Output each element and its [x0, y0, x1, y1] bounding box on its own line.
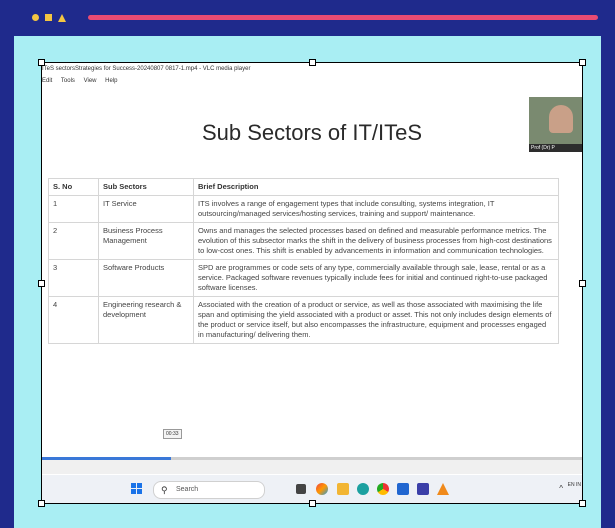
- table-row: 4 Engineering research & development Ass…: [48, 296, 559, 344]
- tray-chevron-icon[interactable]: ^: [559, 484, 563, 493]
- cell-no: 1: [48, 195, 99, 223]
- vlc-menu-bar: Edit Tools View Help: [42, 78, 125, 84]
- cell-no: 2: [48, 222, 99, 260]
- edge-browser-icon[interactable]: [357, 483, 369, 495]
- menu-edit[interactable]: Edit: [42, 78, 52, 84]
- resize-handle-bottom-right[interactable]: [579, 500, 586, 507]
- slide-title: Sub Sectors of IT/ITeS: [201, 120, 423, 145]
- cell-description: Owns and manages the selected processes …: [193, 222, 559, 260]
- header-description: Brief Description: [193, 178, 559, 196]
- task-view-icon[interactable]: [296, 484, 306, 494]
- table-row: 1 IT Service ITS involves a range of eng…: [48, 195, 559, 223]
- cell-sector: Business Process Management: [98, 222, 194, 260]
- circle-shape-icon: [32, 14, 39, 21]
- resize-handle-top-center[interactable]: [309, 59, 316, 66]
- menu-help[interactable]: Help: [105, 78, 117, 84]
- resize-handle-middle-left[interactable]: [38, 280, 45, 287]
- square-shape-icon: [45, 14, 52, 21]
- cell-description: SPD are programmes or code sets of any t…: [193, 259, 559, 297]
- resize-handle-top-right[interactable]: [579, 59, 586, 66]
- vlc-icon[interactable]: [437, 483, 449, 495]
- cell-description: ITS involves a range of engagement types…: [193, 195, 559, 223]
- presenter-name: Prof (Dr) P: [529, 144, 583, 152]
- header-sno: S. No: [48, 178, 99, 196]
- search-icon: ⚲: [161, 485, 168, 495]
- resize-handle-middle-right[interactable]: [579, 280, 586, 287]
- resize-handle-top-left[interactable]: [38, 59, 45, 66]
- table-row: 2 Business Process Management Owns and m…: [48, 222, 559, 260]
- cell-sector: Engineering research & development: [98, 296, 194, 344]
- windows-start-icon[interactable]: [131, 483, 143, 495]
- cell-no: 3: [48, 259, 99, 297]
- outer-frame-top: [0, 0, 615, 36]
- timestamp-label: 00:33: [163, 429, 182, 439]
- widgets-icon[interactable]: [316, 483, 328, 495]
- accent-line: [88, 15, 598, 20]
- outer-frame-right: [601, 36, 615, 528]
- vlc-window-title: ITeS sectorsStrategies for Success-20240…: [42, 66, 251, 72]
- presenter-avatar: [549, 105, 573, 133]
- table-row: 3 Software Products SPD are programmes o…: [48, 259, 559, 297]
- header-sub-sectors: Sub Sectors: [98, 178, 194, 196]
- cell-no: 4: [48, 296, 99, 344]
- resize-handle-bottom-center[interactable]: [309, 500, 316, 507]
- search-placeholder: Search: [176, 486, 199, 493]
- file-explorer-icon[interactable]: [337, 483, 349, 495]
- sub-sectors-table: S. No Sub Sectors Brief Description 1 IT…: [48, 178, 559, 344]
- screenshot-image[interactable]: ITeS sectorsStrategies for Success-20240…: [41, 62, 583, 504]
- language-indicator[interactable]: EN IN: [568, 482, 581, 488]
- outer-frame-left: [0, 36, 14, 528]
- resize-handle-bottom-left[interactable]: [38, 500, 45, 507]
- cell-sector: IT Service: [98, 195, 194, 223]
- store-icon[interactable]: [397, 483, 409, 495]
- chrome-browser-icon[interactable]: [377, 483, 389, 495]
- table-header-row: S. No Sub Sectors Brief Description: [48, 178, 559, 196]
- presenter-webcam: Prof (Dr) P: [529, 97, 583, 152]
- menu-tools[interactable]: Tools: [61, 78, 75, 84]
- teams-icon[interactable]: [417, 483, 429, 495]
- taskbar-search-input[interactable]: ⚲ Search: [153, 481, 265, 499]
- cell-description: Associated with the creation of a produc…: [193, 296, 559, 344]
- player-controls[interactable]: [41, 460, 583, 474]
- triangle-shape-icon: [58, 14, 66, 22]
- menu-view[interactable]: View: [84, 78, 97, 84]
- cell-sector: Software Products: [98, 259, 194, 297]
